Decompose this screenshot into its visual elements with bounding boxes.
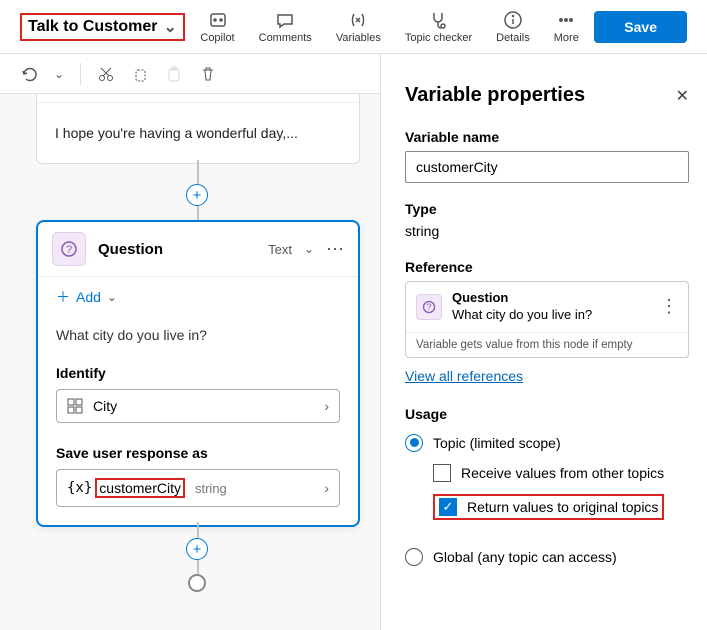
details-button[interactable]: Details bbox=[496, 10, 530, 44]
chevron-down-icon: ⌄ bbox=[164, 17, 177, 37]
view-all-references-link[interactable]: View all references bbox=[405, 368, 523, 384]
stethoscope-icon bbox=[428, 10, 448, 30]
more-icon bbox=[556, 10, 576, 30]
question-icon: ? bbox=[416, 294, 442, 320]
copy-icon[interactable] bbox=[131, 65, 149, 83]
chevron-right-icon: › bbox=[324, 480, 329, 496]
variable-icon: {x} bbox=[67, 480, 92, 496]
save-button[interactable]: Save bbox=[594, 11, 687, 43]
usage-global-radio[interactable]: Global (any topic can access) bbox=[405, 548, 689, 566]
chevron-down-icon: ⌄ bbox=[107, 290, 117, 304]
topic-checker-button[interactable]: Topic checker bbox=[405, 10, 472, 44]
checkbox-on-icon: ✓ bbox=[439, 498, 457, 516]
message-node[interactable]: I hope you're having a wonderful day,... bbox=[36, 94, 360, 164]
add-node-button[interactable]: + bbox=[186, 538, 208, 560]
receive-values-checkbox[interactable]: Receive values from other topics bbox=[405, 464, 689, 482]
variable-name: customerCity bbox=[95, 478, 185, 498]
usage-topic-radio[interactable]: Topic (limited scope) bbox=[405, 434, 689, 452]
usage-label: Usage bbox=[405, 406, 689, 422]
radio-off-icon bbox=[405, 548, 423, 566]
variable-properties-panel: Variable properties ✕ Variable name Type… bbox=[380, 54, 707, 630]
node-more-icon[interactable]: ⋯ bbox=[326, 239, 344, 260]
reference-card: ? Question What city do you live in? ⋮ V… bbox=[405, 281, 689, 358]
message-text: I hope you're having a wonderful day,... bbox=[37, 103, 359, 163]
variables-button[interactable]: Variables bbox=[336, 10, 381, 44]
return-values-checkbox[interactable]: ✓ Return values to original topics bbox=[405, 494, 689, 520]
type-label: Type bbox=[405, 201, 689, 217]
reference-label: Reference bbox=[405, 259, 689, 275]
cut-icon[interactable] bbox=[97, 65, 115, 83]
comments-button[interactable]: Comments bbox=[259, 10, 312, 44]
info-icon bbox=[503, 10, 523, 30]
variables-icon bbox=[348, 10, 368, 30]
question-node[interactable]: ? Question Text ⌄ ⋯ ＋ Add ⌄ What city do… bbox=[36, 220, 360, 527]
node-title: Question bbox=[98, 241, 256, 258]
identify-field[interactable]: City › bbox=[56, 389, 340, 423]
chevron-right-icon: › bbox=[324, 398, 329, 414]
variable-field[interactable]: {x} customerCity string › bbox=[56, 469, 340, 507]
undo-icon[interactable] bbox=[20, 65, 38, 83]
svg-text:?: ? bbox=[426, 302, 431, 312]
var-name-input[interactable] bbox=[405, 151, 689, 183]
close-icon[interactable]: ✕ bbox=[676, 86, 689, 106]
type-value: string bbox=[405, 223, 689, 239]
chevron-down-icon[interactable]: ⌄ bbox=[304, 242, 314, 256]
question-icon: ? bbox=[52, 232, 86, 266]
identify-label: Identify bbox=[56, 365, 340, 381]
undo-chevron[interactable]: ⌄ bbox=[54, 67, 64, 81]
plus-icon: ＋ bbox=[56, 287, 70, 307]
more-button[interactable]: More bbox=[554, 10, 579, 44]
reference-note: Variable gets value from this node if em… bbox=[406, 332, 688, 357]
question-prompt[interactable]: What city do you live in? bbox=[38, 317, 358, 361]
svg-text:?: ? bbox=[66, 244, 72, 256]
reference-more-icon[interactable]: ⋮ bbox=[660, 296, 678, 317]
radio-on-icon bbox=[405, 434, 423, 452]
copilot-icon bbox=[208, 10, 228, 30]
save-as-label: Save user response as bbox=[56, 445, 340, 461]
add-message-button[interactable]: ＋ Add ⌄ bbox=[38, 277, 358, 317]
delete-icon[interactable] bbox=[199, 65, 217, 83]
authoring-canvas[interactable]: I hope you're having a wonderful day,...… bbox=[0, 94, 380, 630]
paste-icon bbox=[165, 65, 183, 83]
reference-title: Question bbox=[452, 290, 508, 305]
end-node bbox=[188, 574, 206, 592]
add-node-button[interactable]: + bbox=[186, 184, 208, 206]
entity-icon bbox=[67, 398, 83, 414]
panel-title: Variable properties bbox=[405, 84, 585, 107]
reference-text: What city do you live in? bbox=[452, 307, 592, 322]
topic-name: Talk to Customer bbox=[28, 18, 158, 36]
checkbox-off-icon bbox=[433, 464, 451, 482]
var-name-label: Variable name bbox=[405, 129, 689, 145]
topic-selector[interactable]: Talk to Customer ⌄ bbox=[20, 13, 185, 41]
copilot-button[interactable]: Copilot bbox=[200, 10, 234, 44]
variable-type: string bbox=[195, 481, 227, 496]
comment-icon bbox=[275, 10, 295, 30]
output-type[interactable]: Text bbox=[268, 242, 292, 257]
